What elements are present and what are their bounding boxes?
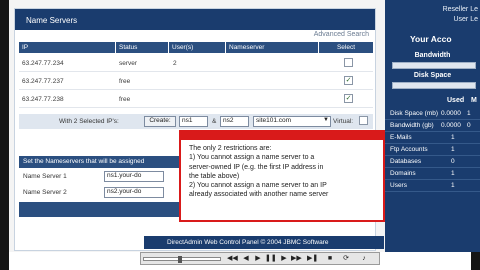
column-header-users[interactable]: User(s) <box>169 42 225 53</box>
browser-content: Name Servers Advanced Search IP Status U… <box>9 0 480 252</box>
bandwidth-usage-bar <box>392 62 476 69</box>
step-back-icon[interactable]: ◀ <box>241 255 251 263</box>
left-dark-gutter <box>0 0 9 270</box>
stop-icon[interactable]: ■ <box>325 255 335 263</box>
callout-line: The only 2 restrictions are: <box>189 145 272 152</box>
stat-used: 0.0000 <box>441 122 461 129</box>
user-level-text: User Le <box>453 16 478 23</box>
chevron-down-icon: ▼ <box>323 117 329 123</box>
selected-ips-label: With 2 Selected IP's: <box>59 118 119 125</box>
callout-line: 2) You cannot assign a name server to an… <box>189 182 327 190</box>
stat-label: Disk Space (mb) <box>390 110 439 117</box>
user-level-info: Reseller Le User Le <box>443 5 478 25</box>
ip-cell: 63.247.77.238 <box>22 96 64 103</box>
panel-title: Name Servers <box>15 9 375 30</box>
stat-used: 1 <box>451 134 455 141</box>
virtual-label: Virtual: <box>333 118 354 125</box>
status-cell: free <box>119 96 131 103</box>
create-button[interactable]: Create: <box>144 116 176 127</box>
account-sidebar: Reseller Le User Le Your Acco Bandwidth … <box>385 0 480 252</box>
volume-icon[interactable]: ♪ <box>359 255 369 263</box>
ampersand-label: & <box>212 118 217 125</box>
stat-used: 1 <box>451 170 455 177</box>
stat-used: 0 <box>451 158 455 165</box>
max-column-header: M <box>471 97 477 104</box>
advanced-search-link[interactable]: Advanced Search <box>314 31 369 38</box>
callout-line: 1) You cannot assign a name server to a <box>189 154 315 162</box>
stat-label: Users <box>390 182 407 189</box>
fast-forward-icon[interactable]: ▶▶ <box>291 255 302 263</box>
restrictions-callout: The only 2 restrictions are: 1) You cann… <box>179 130 385 222</box>
video-player-controls: ◀◀ ◀ ▶ ❚❚ ▶ ▶▶ ▶❚ ■ ⟳ ♪ <box>140 252 380 265</box>
virtual-checkbox[interactable] <box>359 116 368 125</box>
table-row: 63.247.77.234 server 2 <box>19 55 373 72</box>
stat-row: Ftp Accounts 1 <box>385 144 480 156</box>
rewind-icon[interactable]: ◀◀ <box>227 255 238 263</box>
select-checkbox[interactable] <box>344 58 353 67</box>
callout-line: server-owned IP (e.g. the first IP addre… <box>189 163 324 171</box>
users-cell: 2 <box>173 60 177 67</box>
nameserver-2-row: Name Server 2 ns2.your-do <box>19 186 179 200</box>
account-title: Your Acco <box>410 34 452 44</box>
status-cell: free <box>119 78 131 85</box>
column-header-nameserver[interactable]: Nameserver <box>226 42 318 53</box>
column-header-select: Select <box>319 42 373 53</box>
nameserver-1-label: Name Server 1 <box>23 173 67 180</box>
ip-cell: 63.247.77.234 <box>22 60 64 67</box>
nameserver-1-input[interactable]: ns1.your-do <box>104 171 164 182</box>
nameserver-2-label: Name Server 2 <box>23 189 67 196</box>
ip-cell: 63.247.77.237 <box>22 78 64 85</box>
column-header-ip[interactable]: IP <box>19 42 115 53</box>
used-column-header: Used <box>447 97 465 104</box>
copyright-footer: DirectAdmin Web Control Panel © 2004 JBM… <box>144 236 384 249</box>
column-header-status[interactable]: Status <box>116 42 168 53</box>
ns1-prefix-input[interactable]: ns1 <box>179 116 208 127</box>
domain-select[interactable]: site101.com ▼ <box>253 116 331 127</box>
stat-row: E-Mails 1 <box>385 132 480 144</box>
table-row: 63.247.77.238 free ✓ <box>19 91 373 108</box>
table-row: 63.247.77.237 free ✓ <box>19 73 373 90</box>
play-icon[interactable]: ▶ <box>253 255 263 263</box>
callout-line: already associated with another name ser… <box>189 191 329 199</box>
loop-icon[interactable]: ⟳ <box>341 255 351 263</box>
stat-used: 1 <box>451 182 455 189</box>
seek-slider-handle[interactable] <box>178 256 182 263</box>
domain-select-value: site101.com <box>256 117 292 124</box>
ns2-prefix-input[interactable]: ns2 <box>220 116 249 127</box>
callout-header-strip <box>181 132 383 140</box>
bandwidth-heading: Bandwidth <box>414 52 451 59</box>
stat-max: 1 <box>467 110 471 117</box>
stat-row: Domains 1 <box>385 168 480 180</box>
pause-icon[interactable]: ❚❚ <box>265 255 277 263</box>
nameserver-2-input[interactable]: ns2.your-do <box>104 187 164 198</box>
stat-label: Bandwidth (gb) <box>390 122 434 129</box>
stat-label: Databases <box>390 158 422 165</box>
stat-max: 0 <box>467 122 471 129</box>
nameserver-1-row: Name Server 1 ns1.your-do <box>19 170 179 184</box>
create-nameserver-bar: With 2 Selected IP's: Create: ns1 & ns2 … <box>19 114 373 129</box>
stat-label: Ftp Accounts <box>390 146 428 153</box>
stat-label: Domains <box>390 170 416 177</box>
reseller-level-text: Reseller Le <box>442 6 478 13</box>
select-checkbox[interactable]: ✓ <box>344 94 353 103</box>
stat-row: Databases 0 <box>385 156 480 168</box>
stat-row: Disk Space (mb) 0.0000 1 <box>385 108 480 120</box>
callout-line: the table above) <box>189 172 240 180</box>
disk-space-heading: Disk Space <box>413 72 452 79</box>
step-forward-icon[interactable]: ▶ <box>279 255 289 263</box>
disk-usage-bar <box>392 82 476 89</box>
stat-used: 1 <box>451 146 455 153</box>
stat-label: E-Mails <box>390 134 412 141</box>
select-checkbox[interactable]: ✓ <box>344 76 353 85</box>
end-icon[interactable]: ▶❚ <box>307 255 318 263</box>
seek-slider[interactable] <box>143 256 221 263</box>
callout-text: The only 2 restrictions are: 1) You cann… <box>189 144 381 200</box>
stat-used: 0.0000 <box>441 110 461 117</box>
stat-row: Bandwidth (gb) 0.0000 0 <box>385 120 480 132</box>
stat-row: Users 1 <box>385 180 480 192</box>
status-cell: server <box>119 60 138 67</box>
